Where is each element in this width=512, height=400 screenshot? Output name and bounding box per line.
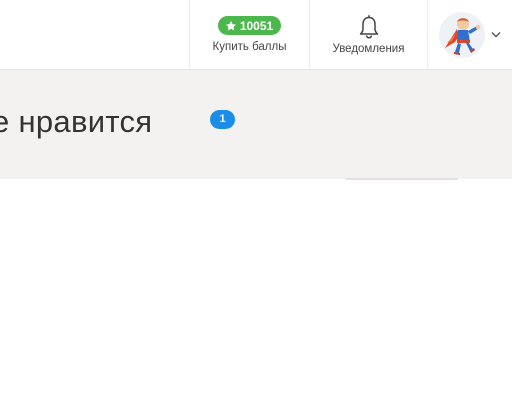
main-content-area [0,180,512,400]
buy-points-button[interactable]: 10051 Купить баллы [189,0,309,69]
superhero-avatar [439,11,485,58]
points-value: 10051 [239,18,274,33]
page-title: е нравится [0,104,153,139]
notifications-label: Уведомления [332,43,405,55]
notifications-button[interactable]: Уведомления [309,0,427,69]
top-navigation-bar: 10051 Купить баллы Уведомления [0,0,512,70]
chevron-down-icon [491,32,501,38]
profile-menu-button[interactable] [427,0,512,69]
bell-icon [359,15,378,39]
star-icon [225,20,236,31]
points-balance-badge: 10051 [217,16,282,35]
buy-points-label: Купить баллы [212,41,287,53]
likes-count-badge: 1 [210,110,235,129]
